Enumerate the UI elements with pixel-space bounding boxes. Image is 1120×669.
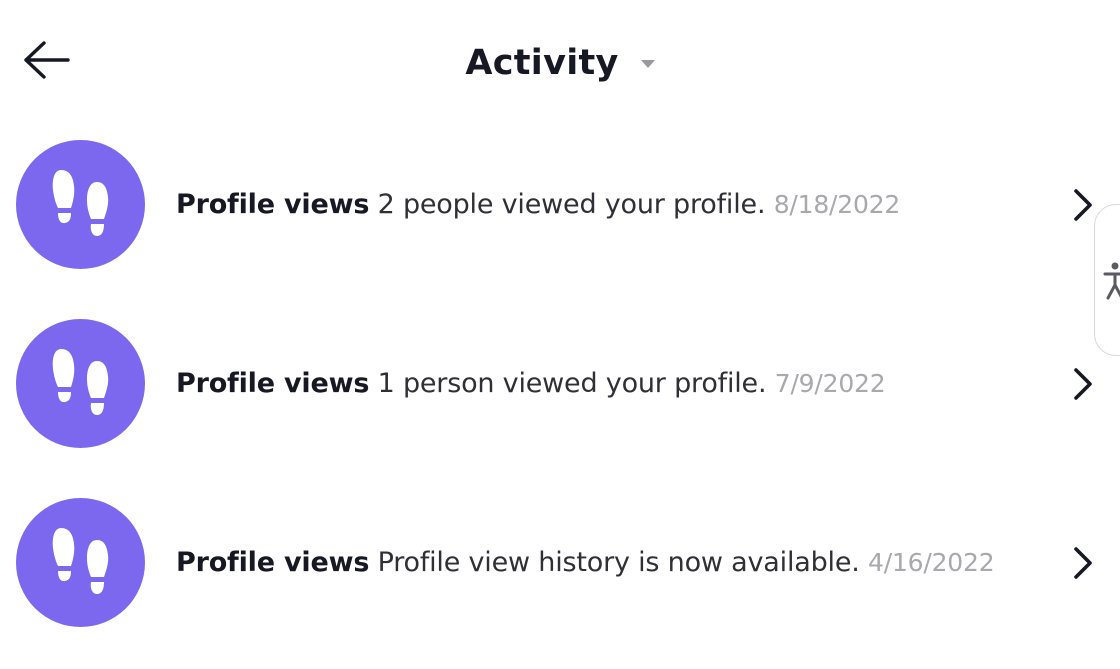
accessibility-icon [1103,262,1120,300]
footprints-icon [52,169,108,236]
activity-title: Profile views [176,368,370,399]
caret-down-icon [640,60,655,68]
activity-title: Profile views [176,547,370,578]
chevron-right-icon[interactable] [1068,544,1098,582]
activity-description: 2 people viewed your profile. [377,189,766,220]
page-title: Activity [465,43,619,83]
activity-description: 1 person viewed your profile. [377,368,767,399]
activity-title: Profile views [176,189,370,220]
arrow-left-icon [24,41,70,79]
activity-avatar [16,140,145,269]
activity-item[interactable]: Profile views 1 person viewed your profi… [0,295,1120,474]
activity-item[interactable]: Profile views Profile view history is no… [0,474,1120,653]
activity-avatar [16,319,145,448]
activity-date: 8/18/2022 [773,190,901,219]
activity-avatar [16,498,145,627]
chevron-right-icon[interactable] [1068,186,1098,224]
chevron-right-icon[interactable] [1068,365,1098,403]
activity-text: Profile views 2 people viewed your profi… [176,186,900,224]
footprints-icon [52,527,108,594]
footprints-icon [52,348,108,415]
accessibility-button[interactable] [1094,204,1120,356]
activity-text: Profile views 1 person viewed your profi… [176,365,886,403]
activity-filter-dropdown[interactable]: Activity [450,36,670,90]
activity-description: Profile view history is now available. [377,547,860,578]
activity-item[interactable]: Profile views 2 people viewed your profi… [0,116,1120,295]
back-button[interactable] [14,34,76,86]
activity-date: 7/9/2022 [774,369,886,398]
activity-text: Profile views Profile view history is no… [176,544,995,582]
activity-date: 4/16/2022 [868,548,995,577]
activity-screen: Activity Profile views 2 people viewed y… [0,0,1120,669]
activity-list: Profile views 2 people viewed your profi… [0,116,1120,653]
